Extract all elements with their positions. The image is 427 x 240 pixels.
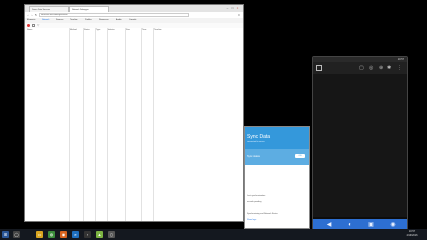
clock-date: 4/19/2016: [406, 234, 418, 237]
toolbar-icon-1[interactable]: ▢: [359, 65, 364, 71]
grid-divider: [141, 28, 142, 221]
tab-label: Network Debugger: [72, 9, 89, 11]
phone-emulator: 10:57 ▢ ◎ ⊕ ✱ ⋮ ◁ ○ □: [312, 56, 408, 234]
column-header-size[interactable]: Size: [126, 29, 130, 31]
grid-divider: [153, 28, 154, 221]
phone-app-toolbar: ▢ ◎ ⊕ ✱ ⋮: [313, 62, 407, 74]
menu-icon[interactable]: ≡: [237, 13, 241, 17]
column-header-initiator[interactable]: Initiator: [108, 29, 115, 31]
url-input[interactable]: localhost:3000/debug/network: [39, 13, 189, 17]
grid-divider: [83, 28, 84, 221]
search-icon[interactable]: ◯: [13, 231, 20, 238]
phone-screen[interactable]: [313, 74, 407, 217]
record-icon[interactable]: [27, 24, 30, 27]
browser-tab-bar: Demo Data Sources Network Debugger – □ ×: [25, 5, 243, 12]
column-header-type[interactable]: Type: [96, 29, 100, 31]
settings-icon[interactable]: ✱: [387, 65, 391, 71]
column-header-timeline[interactable]: Timeline: [154, 29, 161, 31]
column-header-method[interactable]: Method: [70, 29, 77, 31]
tab-label: Demo Data Sources: [32, 9, 51, 11]
chrome-icon[interactable]: ◍: [48, 231, 55, 238]
show-logs-link[interactable]: Show logs: [247, 219, 256, 221]
taskbar-clock[interactable]: 10:57 4/19/2016: [398, 230, 426, 238]
start-icon[interactable]: ⊞: [2, 231, 9, 238]
rotate-icon[interactable]: ◀: [325, 221, 333, 229]
grid-divider: [95, 28, 96, 221]
network-request-grid: Name Method Status Type Initiator Size T…: [25, 28, 243, 221]
toolbar-icon-2[interactable]: ◎: [369, 65, 373, 71]
overflow-menu-icon[interactable]: ⋮: [397, 65, 402, 71]
camera-icon[interactable]: ◉: [389, 221, 397, 229]
close-button[interactable]: ×: [235, 6, 240, 10]
emulator-icon[interactable]: ▯: [108, 231, 115, 238]
grid-divider: [107, 28, 108, 221]
toolbar-icon-3[interactable]: ⊕: [379, 65, 383, 71]
studio-icon[interactable]: ▲: [96, 231, 103, 238]
column-header-name[interactable]: Name: [27, 29, 32, 31]
app-title: Sync Data: [247, 134, 271, 140]
status-band-text: Sync status: [247, 155, 260, 158]
app-label: records pending: [247, 201, 262, 203]
status-badge[interactable]: ON: [295, 154, 305, 158]
column-header-status[interactable]: Status: [84, 29, 90, 31]
power-icon[interactable]: ▣: [367, 221, 375, 229]
app-icon[interactable]: [316, 65, 322, 71]
filter-icon[interactable]: ▽: [37, 24, 40, 27]
app-label: Synchronizing and Network Status: [247, 213, 278, 215]
volume-icon[interactable]: ◐: [346, 221, 354, 229]
grid-divider: [125, 28, 126, 221]
firefox-icon[interactable]: ◉: [60, 231, 67, 238]
app-header: Sync Data connected to server: [245, 127, 309, 149]
app-label: Last synchronization: [247, 195, 266, 197]
reload-icon[interactable]: ↻: [34, 13, 38, 17]
column-header-time[interactable]: Time: [142, 29, 146, 31]
browser-window: Demo Data Sources Network Debugger – □ ×…: [24, 4, 244, 222]
sync-app-window: Sync Data connected to server Sync statu…: [244, 126, 310, 229]
windows-taskbar: ⊞ ◯ ▭ ◍ ◉ e › ▲ ▯ 10:57 4/19/2016: [0, 229, 427, 240]
clear-icon[interactable]: [32, 24, 35, 27]
terminal-icon[interactable]: ›: [84, 231, 91, 238]
app-subtitle: connected to server: [247, 141, 265, 143]
ie-icon[interactable]: e: [72, 231, 79, 238]
app-status-band: Sync status ON: [245, 149, 309, 165]
explorer-icon[interactable]: ▭: [36, 231, 43, 238]
grid-divider: [69, 28, 70, 221]
